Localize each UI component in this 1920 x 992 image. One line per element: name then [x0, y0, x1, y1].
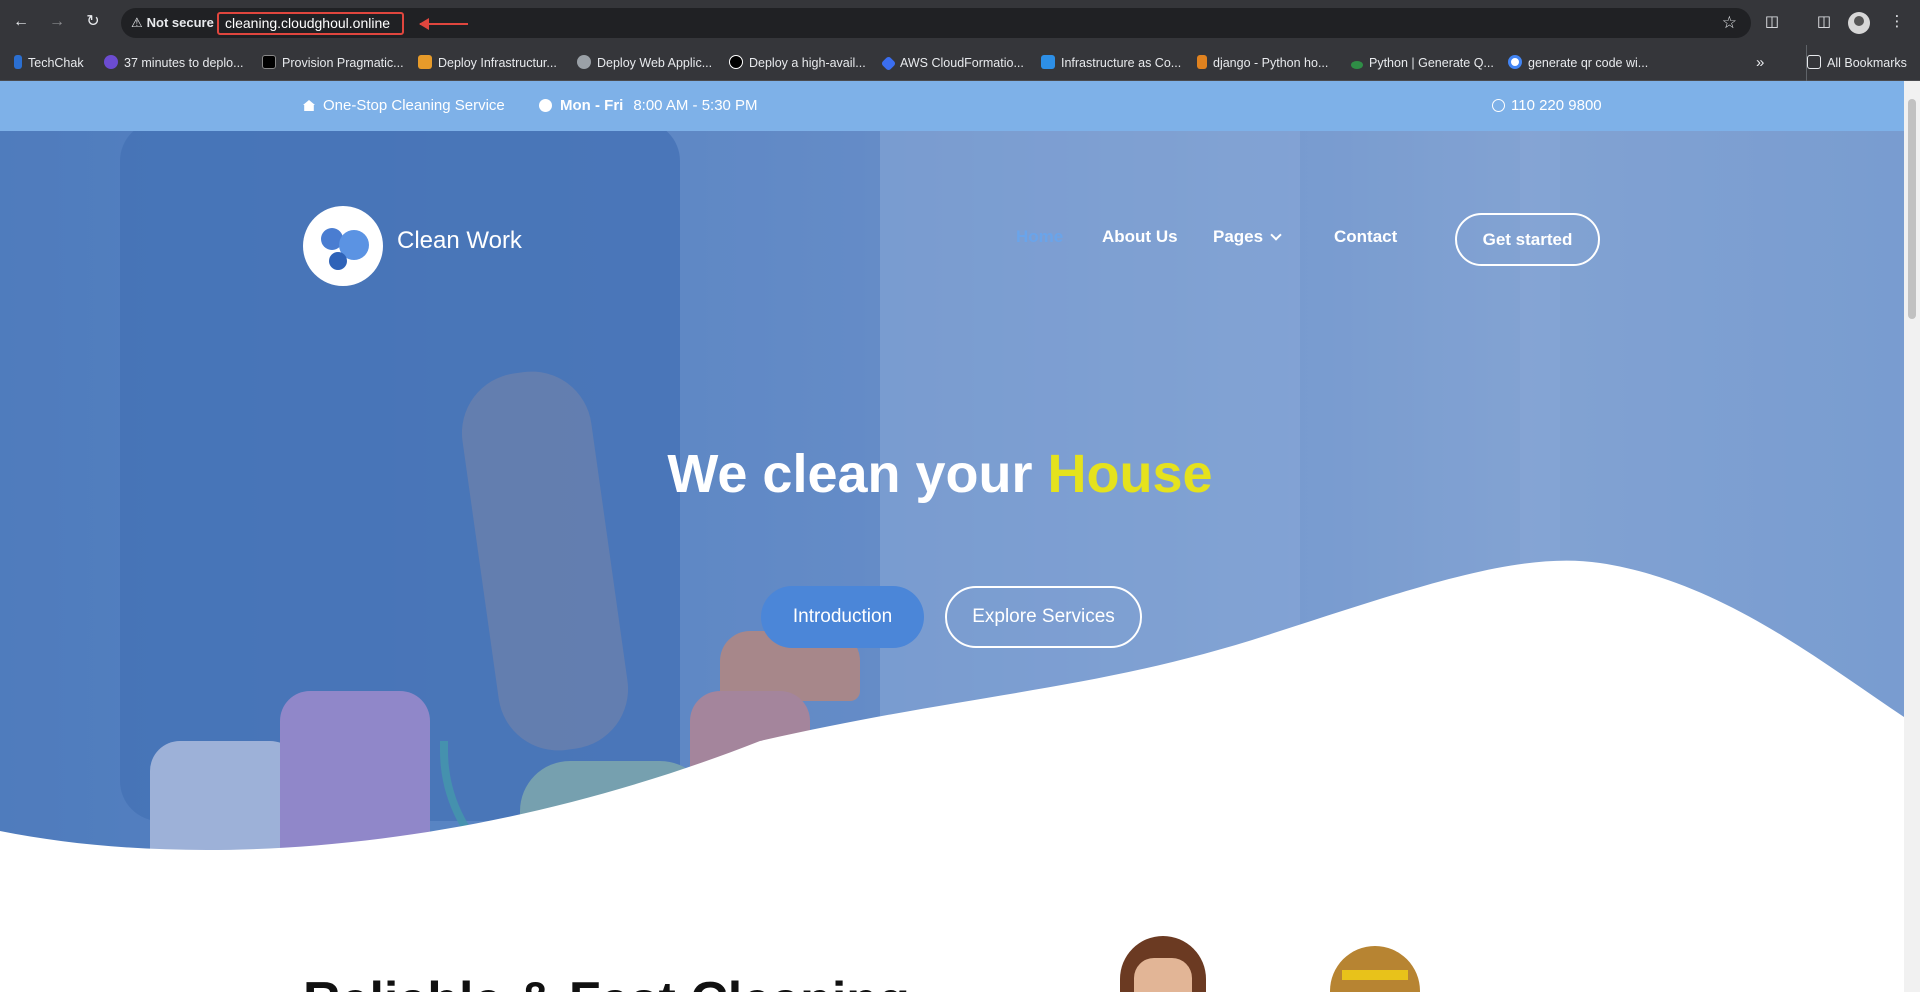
- nav-pages[interactable]: Pages: [1213, 227, 1282, 247]
- nav-home[interactable]: Home: [1016, 227, 1063, 247]
- favicon-icon: [104, 55, 118, 69]
- favicon-icon: [418, 55, 432, 69]
- bookmark-item[interactable]: Python | Generate Q...: [1351, 45, 1494, 81]
- brand-name[interactable]: Clean Work: [397, 227, 522, 255]
- bookmark-item[interactable]: Deploy Web Applic...: [577, 45, 712, 81]
- web-page: One-Stop Cleaning Service Mon - Fri 8:00 …: [0, 81, 1904, 992]
- favicon-icon: [577, 55, 591, 69]
- clock-icon: [539, 99, 552, 112]
- bookmark-item[interactable]: django - Python ho...: [1197, 45, 1328, 81]
- folder-icon: [1807, 55, 1821, 69]
- bookmarks-overflow-icon[interactable]: »: [1756, 45, 1764, 81]
- hero-title-highlight: House: [1047, 444, 1213, 504]
- side-panel-icon[interactable]: ◫: [1813, 11, 1835, 33]
- nav-about[interactable]: About Us: [1102, 227, 1178, 247]
- warning-icon: ⚠: [131, 15, 143, 30]
- menu-icon[interactable]: ⋮: [1886, 11, 1908, 33]
- tagline: One-Stop Cleaning Service: [303, 81, 505, 131]
- site-logo[interactable]: [303, 206, 383, 286]
- info-topbar: One-Stop Cleaning Service Mon - Fri 8:00 …: [0, 81, 1904, 131]
- favicon-icon: [729, 55, 743, 69]
- security-label: Not secure: [146, 15, 214, 30]
- scrollbar-thumb[interactable]: [1908, 99, 1916, 319]
- team-photo: [1330, 946, 1420, 992]
- annotation-arrow: [419, 18, 468, 30]
- bookmark-star-icon[interactable]: ☆: [1722, 8, 1737, 38]
- forward-icon[interactable]: →: [46, 11, 68, 33]
- get-started-button[interactable]: Get started: [1455, 213, 1600, 266]
- bookmark-item[interactable]: AWS CloudFormatio...: [880, 45, 1024, 81]
- bookmark-item[interactable]: generate qr code wi...: [1508, 45, 1648, 81]
- reload-icon[interactable]: ↻: [82, 11, 104, 33]
- bookmarks-bar: TechChak 37 minutes to deplo... Provisio…: [0, 45, 1920, 81]
- section-title: Reliable & Fast Cleaning: [303, 971, 910, 992]
- favicon-icon: [262, 55, 276, 69]
- phone-number[interactable]: 110 220 9800: [1492, 81, 1602, 131]
- hero-section: Clean Work Home About Us Pages Contact G…: [0, 131, 1904, 911]
- favicon-icon: [1351, 61, 1363, 69]
- profile-avatar[interactable]: [1848, 12, 1870, 34]
- hero-title: We clean your House: [667, 444, 1213, 504]
- nav-contact[interactable]: Contact: [1334, 227, 1397, 247]
- extensions-icon[interactable]: ◫: [1761, 11, 1783, 33]
- team-photo: [1120, 936, 1206, 992]
- bookmark-item[interactable]: Provision Pragmatic...: [262, 45, 404, 81]
- page-scrollbar[interactable]: [1904, 81, 1920, 992]
- business-hours: Mon - Fri 8:00 AM - 5:30 PM: [539, 81, 758, 131]
- home-icon: [303, 100, 315, 111]
- chevron-down-icon: [1270, 229, 1282, 241]
- all-bookmarks[interactable]: All Bookmarks: [1806, 45, 1907, 81]
- bookmark-item[interactable]: Deploy Infrastructur...: [418, 45, 557, 81]
- hero-wave: [0, 560, 1904, 911]
- url-text[interactable]: cleaning.cloudghoul.online: [217, 12, 404, 35]
- bookmark-item[interactable]: Deploy a high-avail...: [729, 45, 866, 81]
- favicon-icon: [1041, 55, 1055, 69]
- explore-services-button[interactable]: Explore Services: [945, 586, 1142, 648]
- address-bar[interactable]: ⚠ Not secure cleaning.cloudghoul.online ☆: [121, 8, 1751, 38]
- browser-toolbar: ← → ↻ ⚠ Not secure cleaning.cloudghoul.on…: [0, 0, 1920, 45]
- favicon-icon: [880, 55, 897, 72]
- favicon-icon: [1197, 55, 1207, 69]
- bookmark-item[interactable]: 37 minutes to deplo...: [104, 45, 244, 81]
- introduction-button[interactable]: Introduction: [761, 586, 924, 648]
- bookmark-item[interactable]: TechChak: [14, 45, 84, 81]
- google-icon: [1508, 55, 1522, 69]
- security-indicator[interactable]: ⚠ Not secure: [131, 8, 214, 38]
- whatsapp-icon: [1492, 99, 1505, 112]
- bookmark-item[interactable]: Infrastructure as Co...: [1041, 45, 1181, 81]
- favicon-icon: [14, 55, 22, 69]
- back-icon[interactable]: ←: [10, 11, 32, 33]
- nav-pages-label: Pages: [1213, 227, 1264, 246]
